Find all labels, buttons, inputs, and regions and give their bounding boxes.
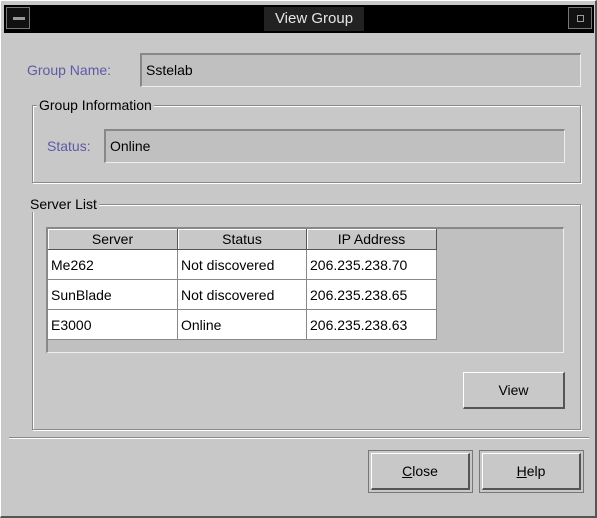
help-mnemonic: H xyxy=(516,463,527,479)
window-menu-button[interactable] xyxy=(6,7,30,29)
help-label-rest: elp xyxy=(526,463,546,479)
column-header-server[interactable]: Server xyxy=(48,229,178,250)
table-header-row: Server Status IP Address xyxy=(48,229,437,250)
server-table: Server Status IP Address Me262 Not disco… xyxy=(48,229,437,340)
view-button[interactable]: View xyxy=(463,372,565,409)
cell-server: Me262 xyxy=(48,249,178,280)
cell-status: Online xyxy=(177,309,307,340)
status-field[interactable]: Online xyxy=(104,129,565,163)
view-group-window: View Group Group Name: Sstelab Group Inf… xyxy=(0,0,597,518)
close-button[interactable]: Close xyxy=(371,453,470,490)
server-list-title: Server List xyxy=(28,196,99,212)
column-header-status[interactable]: Status xyxy=(177,229,307,250)
title-bar[interactable]: View Group xyxy=(4,5,594,33)
group-name-label: Group Name: xyxy=(27,62,112,78)
separator xyxy=(9,437,589,439)
close-mnemonic: C xyxy=(402,463,413,479)
cell-server: E3000 xyxy=(48,309,178,340)
window-title: View Group xyxy=(264,7,364,31)
maximize-button[interactable] xyxy=(568,7,592,29)
cell-status: Not discovered xyxy=(177,279,307,310)
cell-ip-address: 206.235.238.63 xyxy=(306,309,437,340)
cell-ip-address: 206.235.238.70 xyxy=(306,249,437,280)
group-information-title: Group Information xyxy=(37,97,154,113)
help-button[interactable]: Help xyxy=(482,453,581,490)
maximize-icon xyxy=(577,15,584,22)
table-row[interactable]: SunBlade Not discovered 206.235.238.65 xyxy=(48,279,437,310)
server-table-area: Server Status IP Address Me262 Not disco… xyxy=(46,227,564,353)
group-name-field[interactable]: Sstelab xyxy=(140,53,581,87)
cell-server: SunBlade xyxy=(48,279,178,310)
status-label: Status: xyxy=(47,138,91,154)
close-label-rest: lose xyxy=(412,463,438,479)
column-header-ip-address[interactable]: IP Address xyxy=(306,229,437,250)
cell-ip-address: 206.235.238.65 xyxy=(306,279,437,310)
table-row[interactable]: Me262 Not discovered 206.235.238.70 xyxy=(48,249,437,280)
window-menu-icon xyxy=(13,17,25,20)
table-row[interactable]: E3000 Online 206.235.238.63 xyxy=(48,309,437,340)
cell-status: Not discovered xyxy=(177,249,307,280)
